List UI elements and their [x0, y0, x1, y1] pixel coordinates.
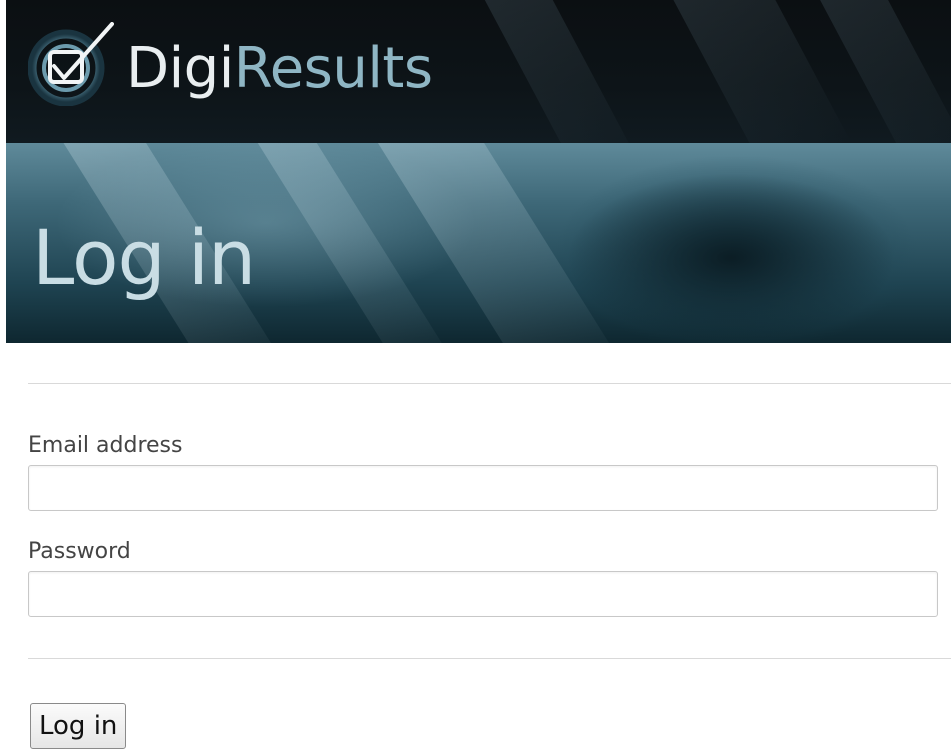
password-label: Password [28, 539, 131, 564]
login-page: DigiResults Log in Email address Passwor… [0, 0, 951, 751]
hero-banner: Log in [6, 143, 951, 343]
decorative-light-streak [468, 0, 644, 143]
form-divider-bottom [28, 658, 951, 659]
form-divider-top [28, 383, 951, 384]
email-label: Email address [28, 433, 183, 458]
page-title: Log in [32, 213, 256, 302]
check-circle-logo-icon [28, 22, 114, 106]
decorative-light-streak [650, 0, 852, 143]
password-field[interactable] [28, 571, 938, 617]
email-field[interactable] [28, 465, 938, 511]
brand-name-primary: Digi [126, 36, 234, 101]
login-button[interactable]: Log in [30, 703, 127, 749]
decorative-shadow [566, 173, 896, 343]
brand-name-secondary: Results [233, 36, 433, 101]
brand-name: DigiResults [126, 34, 433, 104]
brand-header: DigiResults [6, 0, 951, 143]
